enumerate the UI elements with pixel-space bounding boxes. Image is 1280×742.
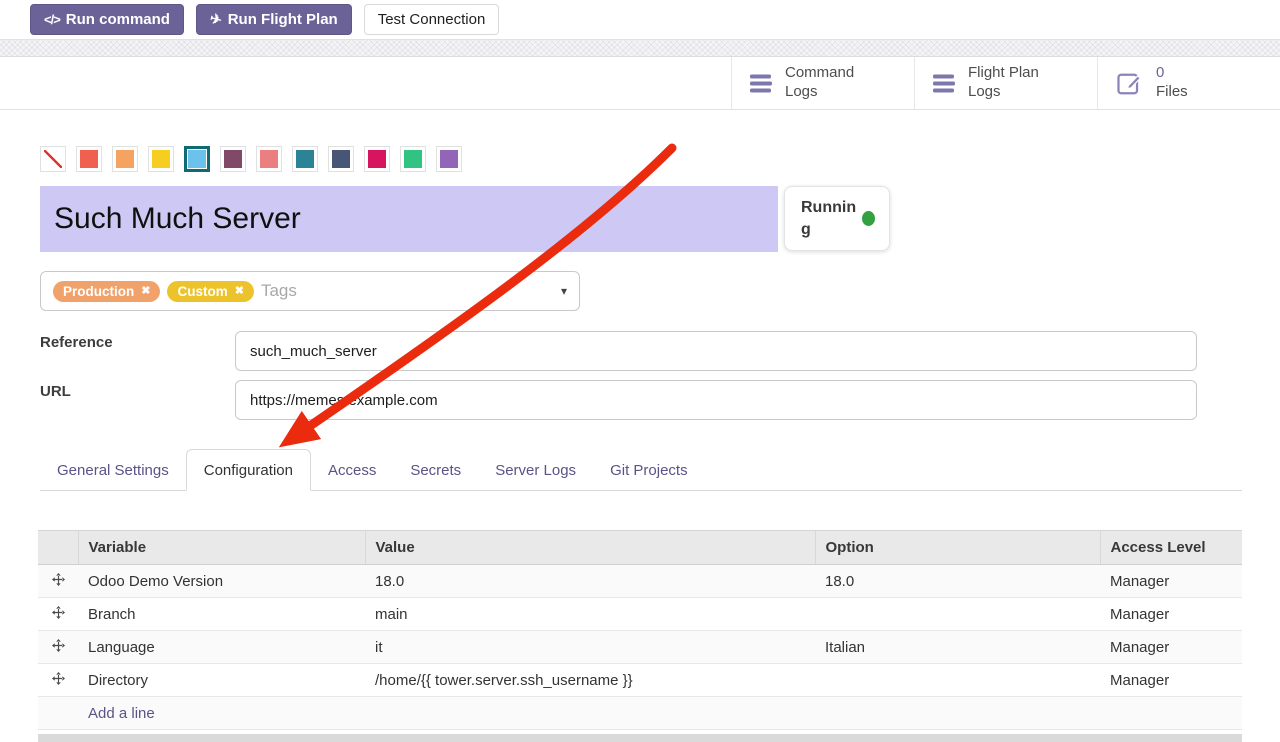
color-swatch[interactable] — [328, 146, 354, 172]
edit-pencil-square-icon — [1116, 70, 1143, 97]
color-picker — [40, 146, 462, 172]
cell-option[interactable]: Italian — [815, 631, 1100, 664]
drag-handle-icon[interactable] — [38, 565, 78, 598]
url-label: URL — [40, 383, 71, 400]
drag-handle-icon[interactable] — [38, 598, 78, 631]
dropdown-caret-icon[interactable]: ▾ — [561, 284, 567, 298]
tab-general-settings[interactable]: General Settings — [40, 452, 186, 490]
smart-buttons: Command Logs Flight Plan Logs — [731, 57, 1280, 109]
status-label: Running — [801, 197, 857, 240]
server-form-page: </> Run command ✈ Run Flight Plan Test C… — [0, 0, 1280, 742]
hatch-divider — [0, 39, 1280, 57]
add-line-row: Add a line — [38, 697, 1242, 730]
cell-value[interactable]: it — [365, 631, 815, 664]
handle-column-header — [38, 531, 78, 565]
cell-value[interactable]: 18.0 — [365, 565, 815, 598]
cell-option[interactable] — [815, 598, 1100, 631]
tab-secrets[interactable]: Secrets — [393, 452, 478, 490]
cell-variable[interactable]: Branch — [78, 598, 365, 631]
tab-configuration[interactable]: Configuration — [186, 449, 311, 491]
reference-label: Reference — [40, 334, 113, 351]
cell-option[interactable]: 18.0 — [815, 565, 1100, 598]
cell-access-level[interactable]: Manager — [1100, 664, 1242, 697]
cell-value[interactable]: main — [365, 598, 815, 631]
drag-handle-icon[interactable] — [38, 664, 78, 697]
color-swatch[interactable] — [436, 146, 462, 172]
flight-plan-logs-button[interactable]: Flight Plan Logs — [914, 57, 1097, 109]
column-header-access-level[interactable]: Access Level — [1100, 531, 1242, 565]
tag-production: Production ✖ — [53, 281, 160, 302]
tags-field[interactable]: Production ✖ Custom ✖ Tags ▾ — [40, 271, 580, 311]
command-logs-label: Command Logs — [785, 64, 854, 102]
list-lines-icon — [933, 74, 955, 93]
status-indicator: Running — [784, 186, 890, 251]
tab-access[interactable]: Access — [311, 452, 393, 490]
flight-plan-logs-label: Flight Plan Logs — [968, 64, 1039, 102]
color-swatch[interactable] — [148, 146, 174, 172]
status-dot — [862, 211, 875, 226]
server-name-field[interactable]: Such Much Server — [40, 186, 778, 252]
color-swatch[interactable] — [112, 146, 138, 172]
files-count: 0 — [1156, 64, 1188, 83]
cell-access-level[interactable]: Manager — [1100, 631, 1242, 664]
column-header-value[interactable]: Value — [365, 531, 815, 565]
table-row[interactable]: Language it Italian Manager — [38, 631, 1242, 664]
table-row[interactable]: Branch main Manager — [38, 598, 1242, 631]
table-row[interactable]: Directory /home/{{ tower.server.ssh_user… — [38, 664, 1242, 697]
command-logs-button[interactable]: Command Logs — [731, 57, 914, 109]
color-swatch[interactable] — [76, 146, 102, 172]
test-connection-label: Test Connection — [378, 11, 486, 28]
cell-option[interactable] — [815, 664, 1100, 697]
form-header-bar: Command Logs Flight Plan Logs — [0, 57, 1280, 110]
code-icon: </> — [44, 12, 60, 27]
color-swatch[interactable] — [400, 146, 426, 172]
table-header-row: Variable Value Option Access Level — [38, 531, 1242, 565]
run-command-label: Run command — [66, 11, 170, 28]
plane-icon: ✈ — [208, 10, 224, 29]
remove-tag-icon[interactable]: ✖ — [235, 286, 244, 297]
cell-access-level[interactable]: Manager — [1100, 598, 1242, 631]
color-swatch[interactable] — [220, 146, 246, 172]
cell-variable[interactable]: Language — [78, 631, 365, 664]
add-a-line-link[interactable]: Add a line — [88, 705, 155, 722]
color-swatch[interactable] — [364, 146, 390, 172]
table-row[interactable]: Odoo Demo Version 18.0 18.0 Manager — [38, 565, 1242, 598]
cell-value[interactable]: /home/{{ tower.server.ssh_username }} — [365, 664, 815, 697]
color-swatch[interactable] — [256, 146, 282, 172]
run-flight-plan-button[interactable]: ✈ Run Flight Plan — [196, 4, 352, 35]
column-header-variable[interactable]: Variable — [78, 531, 365, 565]
remove-tag-icon[interactable]: ✖ — [141, 286, 150, 297]
tab-server-logs[interactable]: Server Logs — [478, 452, 593, 490]
test-connection-button[interactable]: Test Connection — [364, 4, 500, 35]
cell-access-level[interactable]: Manager — [1100, 565, 1242, 598]
url-input[interactable]: https://memes.example.com — [235, 380, 1197, 420]
notebook-tabs: General Settings Configuration Access Se… — [40, 450, 1242, 491]
list-lines-icon — [750, 74, 772, 93]
cell-variable[interactable]: Directory — [78, 664, 365, 697]
variables-table: Variable Value Option Access Level Odoo … — [38, 530, 1242, 730]
run-flight-plan-label: Run Flight Plan — [228, 11, 338, 28]
next-section-edge — [38, 734, 1242, 742]
cell-variable[interactable]: Odoo Demo Version — [78, 565, 365, 598]
color-swatch-none[interactable] — [40, 146, 66, 172]
color-swatch[interactable] — [292, 146, 318, 172]
tab-git-projects[interactable]: Git Projects — [593, 452, 705, 490]
action-toolbar: </> Run command ✈ Run Flight Plan Test C… — [30, 4, 499, 35]
reference-input[interactable]: such_much_server — [235, 331, 1197, 371]
files-label: 0 Files — [1156, 64, 1188, 102]
tag-custom: Custom ✖ — [167, 281, 253, 302]
run-command-button[interactable]: </> Run command — [30, 4, 184, 35]
column-header-option[interactable]: Option — [815, 531, 1100, 565]
color-swatch-selected[interactable] — [184, 146, 210, 172]
files-button[interactable]: 0 Files — [1097, 57, 1280, 109]
tags-placeholder: Tags — [261, 281, 297, 301]
server-name-text: Such Much Server — [54, 202, 301, 236]
drag-handle-icon[interactable] — [38, 631, 78, 664]
